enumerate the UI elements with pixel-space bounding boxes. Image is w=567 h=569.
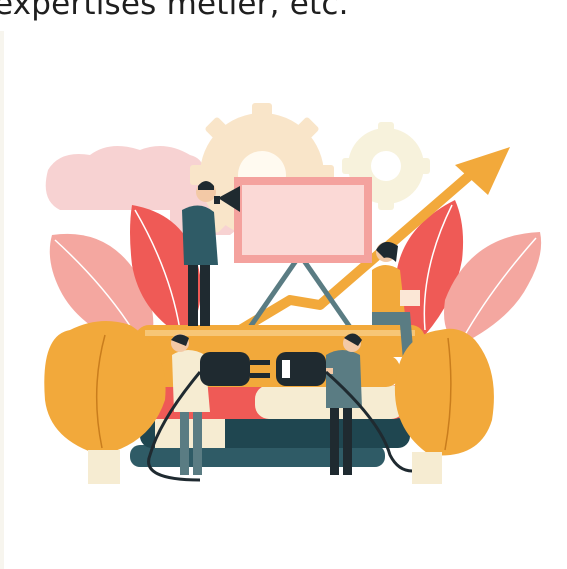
bush-right <box>394 328 494 484</box>
teamwork-illustration <box>44 103 542 484</box>
caption-text: expertises métier, etc. <box>0 0 349 22</box>
caption-area: expertises métier, etc. <box>0 0 567 31</box>
